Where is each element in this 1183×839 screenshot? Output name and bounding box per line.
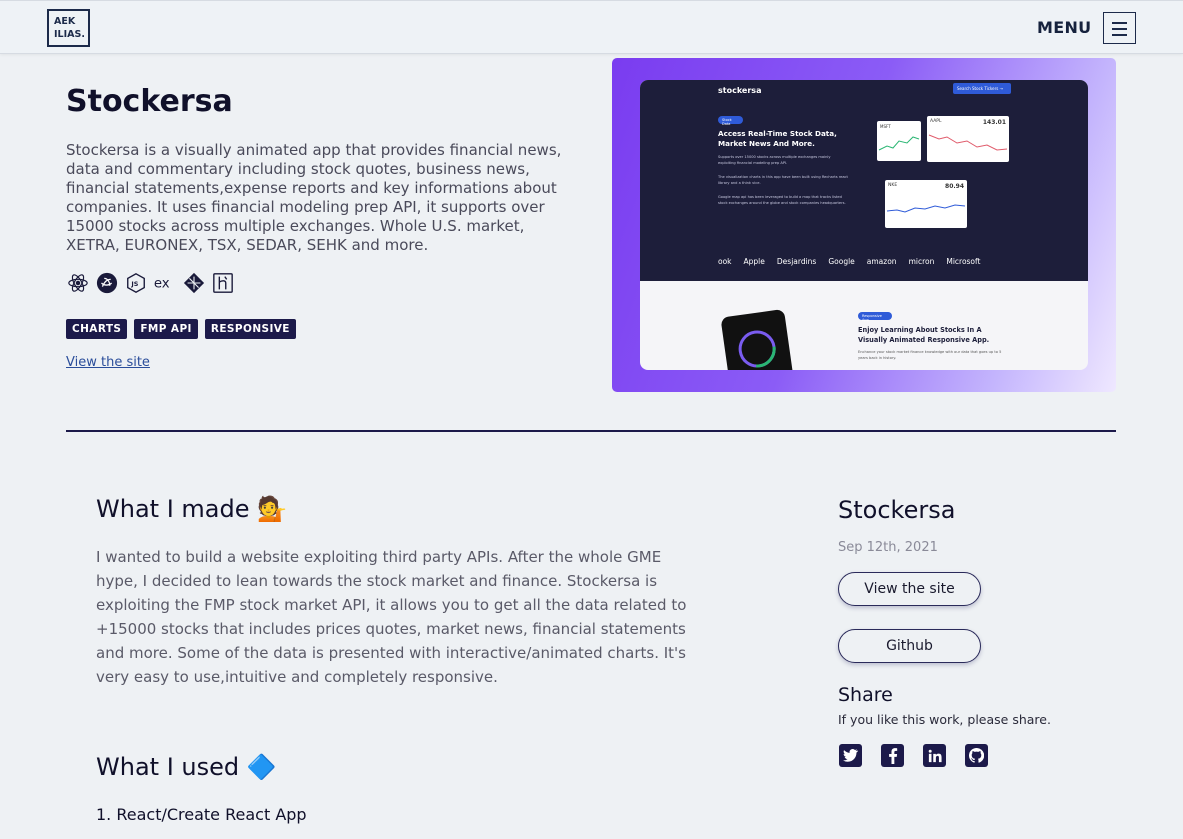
what-i-used-heading: What I used 🔷 — [96, 753, 277, 781]
svg-text:JS: JS — [130, 279, 138, 287]
svg-text:ex: ex — [154, 276, 170, 291]
preview-frame: stockersa Search Stock Tickers → Stock D… — [640, 80, 1088, 370]
preview-sparkline — [928, 134, 1008, 151]
share-heading: Share — [838, 684, 893, 706]
preview-phone-image — [720, 308, 794, 370]
what-i-made-heading: What I made 💁 — [96, 495, 287, 523]
menu-label[interactable]: MENU — [1037, 18, 1091, 37]
redux-icon — [95, 271, 118, 294]
sidebar-title: Stockersa — [838, 496, 956, 524]
preview-text-2: The visualization charts in this app hav… — [718, 175, 848, 185]
tech-icons: JS ex — [66, 271, 234, 294]
preview-sparkline — [878, 136, 920, 151]
linkedin-icon[interactable] — [923, 744, 946, 767]
preview-card-aapl-label: AAPL — [930, 119, 942, 124]
hamburger-icon — [1112, 22, 1127, 24]
site-logo[interactable]: AEK ILIAS. — [47, 9, 90, 47]
tag-list: CHARTS FMP API RESPONSIVE — [66, 319, 296, 339]
section-divider — [66, 430, 1116, 432]
preview-logo: Desjardins — [776, 257, 817, 266]
project-preview-image[interactable]: stockersa Search Stock Tickers → Stock D… — [612, 58, 1116, 392]
preview-card-nke-value: 80.94 — [945, 183, 964, 190]
heroku-icon — [211, 271, 234, 294]
twitter-icon[interactable] — [839, 744, 862, 767]
preview-card-aapl-value: 143.01 — [982, 119, 1006, 126]
react-icon — [66, 271, 89, 294]
project-date: Sep 12th, 2021 — [838, 540, 938, 555]
github-icon[interactable] — [965, 744, 988, 767]
preview-logo: ook — [718, 257, 732, 266]
hamburger-icon-bar — [1112, 28, 1127, 30]
nodejs-icon: JS — [124, 271, 147, 294]
site-header: AEK ILIAS. MENU — [0, 0, 1183, 54]
preview-headline-2: Enjoy Learning About Stocks In A Visuall… — [858, 326, 990, 344]
project-description: Stockersa is a visually animated app tha… — [66, 141, 562, 254]
preview-headline: Access Real-Time Stock Data, Market News… — [718, 129, 837, 148]
tag-charts[interactable]: CHARTS — [66, 319, 128, 339]
preview-hero: stockersa Search Stock Tickers → Stock D… — [640, 80, 1088, 281]
view-site-button[interactable]: View the site — [838, 572, 981, 606]
preview-logo: Apple — [743, 257, 765, 266]
menu-button[interactable] — [1103, 12, 1136, 44]
preview-text-4: Enchance your stock market finance knowl… — [858, 350, 1002, 360]
preview-card-nke: NKE 80.94 — [885, 180, 967, 228]
preview-card-nke-label: NKE — [888, 183, 898, 188]
preview-pill-2: Responsive App — [858, 312, 892, 322]
preview-search-button: Search Stock Tickers → — [953, 83, 1011, 94]
share-text: If you like this work, please share. — [838, 712, 1051, 727]
preview-sparkline — [886, 204, 966, 213]
preview-logo: micron — [908, 257, 935, 266]
preview-logo: amazon — [866, 257, 897, 266]
facebook-icon[interactable] — [881, 744, 904, 767]
preview-card-msft: MSFT — [877, 121, 921, 161]
view-site-link[interactable]: View the site — [66, 355, 150, 370]
social-share-icons — [839, 744, 988, 767]
preview-card-aapl: AAPL 143.01 — [927, 116, 1009, 162]
preview-logo: Microsoft — [946, 257, 981, 266]
used-list-item: 1. React/Create React App — [96, 805, 307, 824]
preview-pill: Stock Data — [718, 116, 743, 126]
preview-text-1: Supports over 15000 stocks across multip… — [718, 155, 831, 165]
logo-line-2: ILIAS. — [54, 29, 85, 40]
project-title: Stockersa — [66, 84, 233, 119]
preview-card-msft-label: MSFT — [880, 124, 891, 129]
preview-logo: Google — [828, 257, 855, 266]
preview-brand: stockersa — [718, 86, 762, 95]
netlify-icon — [182, 271, 205, 294]
github-button[interactable]: Github — [838, 629, 981, 663]
what-i-made-body: I wanted to build a website exploiting t… — [96, 548, 687, 686]
preview-logo-strip: ook Apple Desjardins Google amazon micro… — [718, 257, 1018, 266]
tag-responsive[interactable]: RESPONSIVE — [204, 319, 296, 339]
logo-line-1: AEK — [54, 16, 76, 27]
preview-text-3: Google map api has been leveraged to bui… — [718, 195, 846, 205]
tag-fmp-api[interactable]: FMP API — [134, 319, 198, 339]
express-icon: ex — [153, 271, 176, 294]
hamburger-icon-bar — [1112, 34, 1127, 36]
